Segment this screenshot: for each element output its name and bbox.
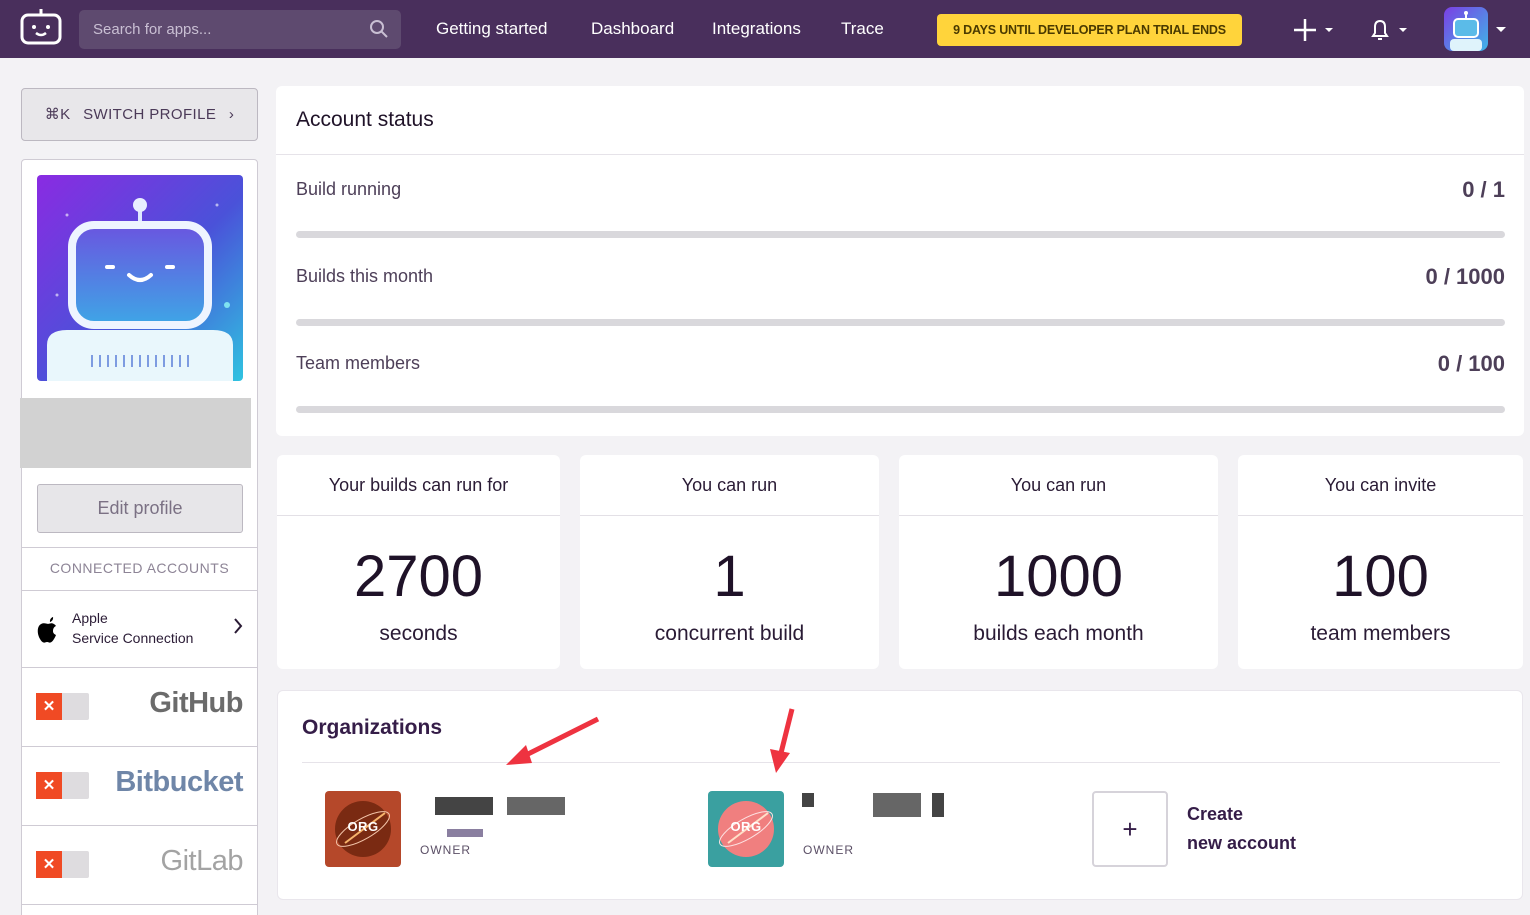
organizations-card: Organizations ORG OWNER ORG OWNER + Crea…: [277, 690, 1523, 900]
avatar: [1444, 7, 1488, 51]
notifications-bell-icon[interactable]: [1368, 16, 1414, 44]
create-account-label[interactable]: Create: [1187, 804, 1243, 825]
user-avatar-menu[interactable]: [1444, 7, 1510, 51]
limit-card-concurrency: You can run 1 concurrent build: [580, 455, 879, 669]
divider: [22, 904, 257, 905]
create-account-label[interactable]: new account: [1187, 833, 1296, 854]
divider: [302, 762, 1500, 763]
organization-item[interactable]: ORG OWNER: [708, 791, 958, 867]
github-label: GitHub: [149, 687, 243, 719]
stat-value-builds-month: 0 / 1000: [1425, 264, 1505, 289]
redacted-org-name: [507, 797, 565, 815]
stat-value-build-running: 0 / 1: [1462, 177, 1505, 202]
limit-unit: team members: [1310, 622, 1451, 645]
redacted-org-name: [802, 793, 814, 807]
gitlab-label: GitLab: [160, 845, 244, 877]
org-logo: ORG: [708, 791, 784, 867]
redacted-org-name: [435, 797, 493, 815]
apple-service-label: Service Connection: [72, 630, 194, 646]
close-icon: ✕: [36, 851, 62, 878]
github-connection-item: ✕ GitHub: [22, 668, 257, 746]
profile-avatar: [37, 175, 243, 381]
red-arrow-icon: [770, 708, 795, 773]
limit-heading: You can run: [681, 475, 778, 495]
connected-accounts-title: CONNECTED ACCOUNTS: [49, 560, 230, 576]
limit-number: 100: [1332, 544, 1429, 609]
organizations-title: Organizations: [302, 716, 443, 739]
profile-card: Edit profile CONNECTED ACCOUNTS Apple Se…: [20, 159, 258, 915]
nav-integrations[interactable]: Integrations: [712, 19, 801, 39]
stat-label-builds-month: Builds this month: [296, 266, 434, 286]
bitrise-logo-icon[interactable]: [20, 9, 62, 45]
chevron-right-icon: [233, 618, 243, 639]
limit-heading: You can run: [1010, 475, 1107, 495]
redacted-org-detail: [447, 829, 483, 837]
limit-card-team: You can invite 100 team members: [1238, 455, 1523, 669]
divider: [276, 154, 1524, 155]
divider: [22, 547, 257, 548]
limit-number: 2700: [353, 544, 484, 609]
create-account-button[interactable]: +: [1092, 791, 1168, 867]
limit-unit: builds each month: [973, 622, 1144, 645]
redacted-org-name: [932, 793, 944, 817]
red-arrow-icon: [506, 716, 600, 765]
chevron-down-icon: [1496, 27, 1506, 32]
limit-heading: Your builds can run for: [328, 475, 509, 495]
apple-icon: [36, 616, 60, 649]
org-logo: ORG: [325, 791, 401, 867]
limit-heading: You can invite: [1324, 475, 1437, 495]
shortcut-hint: ⌘K: [44, 106, 71, 123]
chevron-right-icon: ›: [228, 106, 235, 123]
bitbucket-toggle[interactable]: ✕: [36, 772, 89, 799]
search-input[interactable]: Search for apps...: [79, 10, 401, 49]
divider: [277, 515, 560, 516]
nav-trace[interactable]: Trace: [841, 19, 884, 39]
nav-getting-started[interactable]: Getting started: [436, 19, 548, 39]
limit-number: 1000: [993, 544, 1124, 609]
limit-card-duration: Your builds can run for 2700 seconds: [277, 455, 560, 669]
search-placeholder: Search for apps...: [93, 21, 212, 38]
search-icon[interactable]: [369, 19, 389, 39]
switch-profile-label: SWITCH PROFILE: [83, 106, 217, 123]
close-icon: ✕: [36, 693, 62, 720]
limit-number: 1: [713, 544, 746, 609]
org-role: OWNER: [803, 843, 854, 857]
bitbucket-label: Bitbucket: [115, 766, 243, 798]
limit-card-builds: You can run 1000 builds each month: [899, 455, 1218, 669]
divider: [580, 515, 879, 516]
edit-profile-button[interactable]: Edit profile: [37, 484, 243, 533]
limit-unit: concurrent build: [654, 622, 805, 645]
apple-label: Apple: [72, 610, 108, 626]
top-navigation-bar: Search for apps... Getting started Dashb…: [0, 0, 1530, 58]
gitlab-connection-item: ✕ GitLab: [22, 826, 257, 904]
close-icon: ✕: [36, 772, 62, 799]
account-status-card: Account status Build running 0 / 1 Build…: [276, 86, 1524, 436]
stat-label-team-members: Team members: [296, 353, 421, 373]
organization-item[interactable]: ORG OWNER: [325, 791, 575, 867]
progress-bar-builds-month: [296, 319, 1505, 326]
account-status-title: Account status: [296, 108, 434, 131]
add-menu-button[interactable]: [1292, 16, 1338, 44]
org-logo-text: ORG: [730, 819, 762, 834]
progress-bar-team-members: [296, 406, 1505, 413]
progress-bar-build-running: [296, 231, 1505, 238]
stat-label-build-running: Build running: [296, 179, 402, 199]
divider: [1238, 515, 1523, 516]
nav-dashboard[interactable]: Dashboard: [591, 19, 674, 39]
bitbucket-connection-item: ✕ Bitbucket: [22, 747, 257, 825]
redacted-username: [20, 398, 251, 468]
org-role: OWNER: [420, 843, 471, 857]
org-logo-text: ORG: [347, 819, 379, 834]
switch-profile-button[interactable]: ⌘K SWITCH PROFILE ›: [21, 88, 258, 141]
gitlab-toggle[interactable]: ✕: [36, 851, 89, 878]
apple-service-connection-item[interactable]: Apple Service Connection: [22, 590, 257, 667]
divider: [899, 515, 1218, 516]
limit-unit: seconds: [379, 622, 458, 645]
stat-value-team-members: 0 / 100: [1437, 351, 1505, 376]
trial-banner[interactable]: 9 DAYS UNTIL DEVELOPER PLAN TRIAL ENDS: [937, 14, 1242, 46]
github-toggle[interactable]: ✕: [36, 693, 89, 720]
redacted-org-name: [873, 793, 921, 817]
